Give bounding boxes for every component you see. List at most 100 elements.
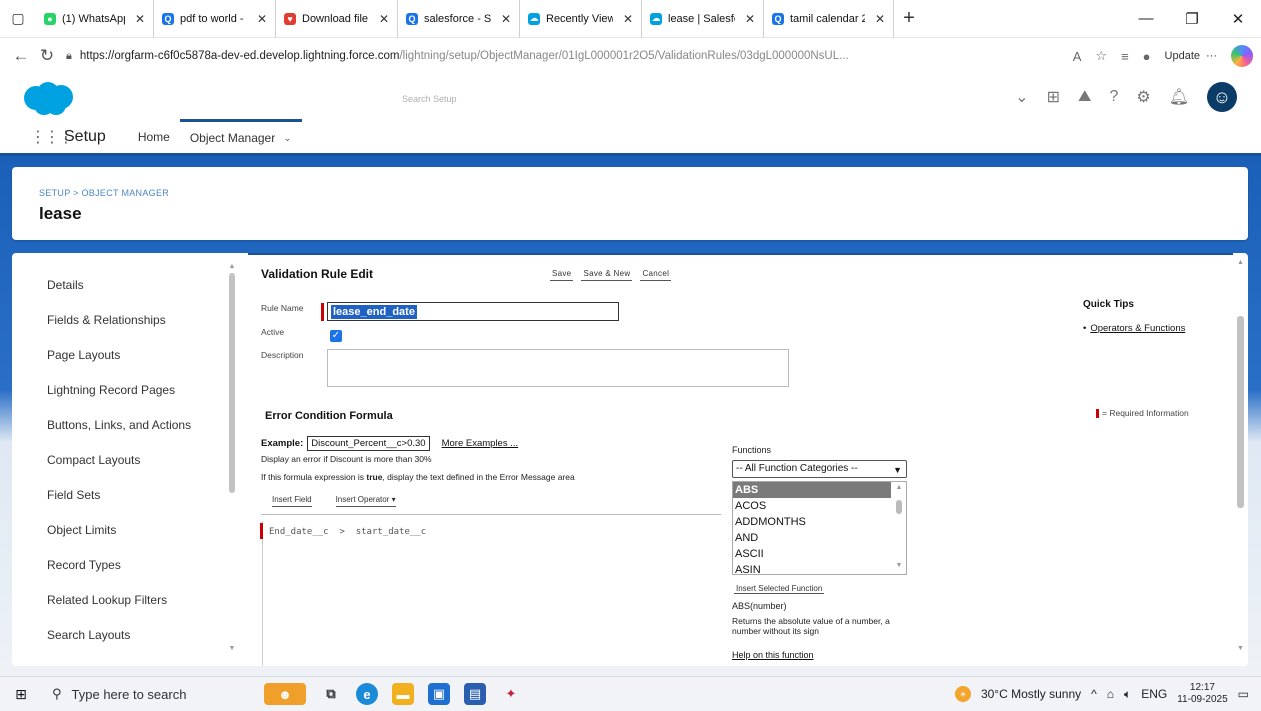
description-field[interactable] — [327, 349, 789, 387]
rule-name-field[interactable]: lease_end_date — [327, 302, 619, 321]
weather-icon[interactable]: ☀ — [954, 686, 971, 702]
sidebar-item[interactable]: Search Layouts — [47, 628, 130, 642]
function-option[interactable]: ADDMONTHS — [733, 514, 906, 530]
store-icon[interactable]: ▣ — [428, 683, 450, 705]
function-option[interactable]: ABS — [733, 482, 891, 498]
sidebar-item[interactable]: Compact Layouts — [47, 453, 140, 467]
trailhead-icon[interactable]: ⛰︎ — [1078, 88, 1091, 106]
update-button[interactable]: Update ··· — [1165, 50, 1217, 62]
sidebar-item[interactable]: Related Lookup Filters — [47, 593, 167, 607]
function-option[interactable]: ASIN — [733, 562, 906, 574]
browser-tab[interactable]: ● (1) WhatsApp ✕ — [36, 0, 154, 38]
close-tab-icon[interactable]: ✕ — [257, 12, 267, 26]
edge-browser-icon[interactable]: e — [356, 683, 378, 705]
save-button[interactable]: Save — [550, 269, 574, 281]
volume-icon[interactable]: 🔈︎ — [1124, 687, 1131, 702]
insert-field-button[interactable]: Insert Field — [272, 495, 312, 507]
scroll-up-icon[interactable]: ▲ — [228, 263, 236, 270]
breadcrumb[interactable]: SETUP > OBJECT MANAGER — [39, 188, 169, 198]
sidebar-item[interactable]: Buttons, Links, and Actions — [47, 418, 191, 432]
active-checkbox[interactable]: ✓ — [330, 330, 342, 342]
scroll-down-icon[interactable]: ▼ — [892, 562, 906, 569]
function-option[interactable]: AND — [733, 530, 906, 546]
read-aloud-icon[interactable]: A — [1073, 49, 1082, 64]
copilot-icon[interactable] — [1231, 45, 1253, 67]
nav-home[interactable]: Home — [128, 119, 180, 155]
browser-tab[interactable]: Qsalesforce - Searc ✕ — [398, 0, 520, 38]
browser-tab[interactable]: ☁ lease | Salesforce ✕ — [642, 0, 764, 38]
browser-tab[interactable]: ♥ Download file | iL ✕ — [276, 0, 398, 38]
chevron-down-icon[interactable]: ⌄ — [283, 133, 291, 144]
taskbar-search[interactable]: ⚲ Type here to search — [42, 677, 236, 711]
file-explorer-icon[interactable]: ▬ — [392, 683, 414, 705]
add-icon[interactable]: ⊞ — [1047, 87, 1060, 107]
restore-icon[interactable]: ❐ — [1169, 10, 1215, 28]
outlook-icon[interactable]: ▤ — [464, 683, 486, 705]
close-tab-icon[interactable]: ✕ — [745, 12, 755, 26]
sidebar-item[interactable]: Page Layouts — [47, 348, 120, 362]
functions-scrollbar[interactable]: ▲ ▼ — [892, 482, 906, 574]
favorites-list-icon[interactable]: ≡ — [1121, 49, 1129, 64]
windows-start-icon[interactable]: ⊞ — [0, 686, 42, 703]
more-examples-link[interactable]: More Examples ... — [442, 438, 519, 449]
sidebar-item[interactable]: Field Sets — [47, 488, 100, 502]
salesforce-logo-icon[interactable] — [20, 80, 76, 116]
cancel-button[interactable]: Cancel — [640, 269, 672, 281]
scroll-up-icon[interactable]: ▲ — [1233, 259, 1248, 266]
help-icon[interactable]: ? — [1109, 88, 1118, 106]
insert-selected-function-button[interactable]: Insert Selected Function — [734, 584, 825, 594]
lang-indicator[interactable]: ENG — [1141, 687, 1167, 701]
formula-editor[interactable]: End_date__c > start_date__c — [260, 521, 722, 666]
gear-icon[interactable]: ⚙︎ — [1136, 87, 1150, 107]
content-scrollbar[interactable]: ▲ ▼ — [1233, 253, 1248, 666]
browser-tab[interactable]: ☁ Recently Viewed | ✕ — [520, 0, 642, 38]
sidebar-scrollbar[interactable]: ▲ ▼ — [228, 263, 236, 653]
scroll-down-icon[interactable]: ▼ — [228, 645, 236, 652]
function-help-link[interactable]: Help on this function — [732, 650, 814, 660]
favorites-dropdown-icon[interactable]: ⌄ — [1015, 87, 1028, 107]
favorite-icon[interactable]: ☆ — [1095, 48, 1107, 64]
close-tab-icon[interactable]: ✕ — [379, 12, 389, 26]
task-view-icon[interactable]: ⧉ — [320, 683, 342, 705]
sidebar-item[interactable]: Object Limits — [47, 523, 116, 537]
app-launcher-icon[interactable]: ⋮⋮⋮ — [30, 127, 74, 147]
close-tab-icon[interactable]: ✕ — [135, 12, 145, 26]
save-new-button[interactable]: Save & New — [581, 269, 633, 281]
scroll-thumb[interactable] — [229, 273, 235, 493]
function-option[interactable]: ASCII — [733, 546, 906, 562]
browser-tab[interactable]: Qpdf to world - Sea ✕ — [154, 0, 276, 38]
bell-icon[interactable]: 🔔︎ — [1169, 87, 1189, 107]
close-tab-icon[interactable]: ✕ — [623, 12, 633, 26]
widgets-icon[interactable]: ☻ — [264, 683, 306, 705]
tray-expand-icon[interactable]: ^ — [1091, 687, 1097, 701]
close-window-icon[interactable]: ✕ — [1215, 10, 1261, 28]
app-icon[interactable]: ✦ — [500, 683, 522, 705]
avatar[interactable]: ☺ — [1207, 82, 1237, 112]
tab-actions-icon[interactable]: ▢ — [0, 0, 36, 38]
close-tab-icon[interactable]: ✕ — [875, 12, 885, 26]
insert-operator-button[interactable]: Insert Operator ▾ — [335, 495, 396, 507]
network-icon[interactable]: ⌂ — [1107, 687, 1114, 701]
scroll-up-icon[interactable]: ▲ — [892, 484, 906, 491]
new-tab-button[interactable]: + — [894, 7, 924, 30]
functions-listbox[interactable]: ABS ACOS ADDMONTHS AND ASCII ASIN ▲ ▼ — [732, 481, 907, 575]
notifications-icon[interactable]: ▭ — [1238, 687, 1249, 701]
sidebar-item[interactable]: Lightning Record Pages — [47, 383, 175, 397]
operators-functions-link[interactable]: • Operators & Functions — [1083, 323, 1185, 334]
minimize-icon[interactable]: — — [1123, 10, 1169, 28]
scroll-thumb[interactable] — [1237, 316, 1244, 508]
clock[interactable]: 12:17 11-09-2025 — [1177, 682, 1227, 706]
close-tab-icon[interactable]: ✕ — [501, 12, 511, 26]
nav-object-manager[interactable]: Object Manager ⌄ — [179, 118, 302, 155]
global-search-input[interactable]: Search Setup — [392, 88, 612, 110]
reload-icon[interactable]: ↻ — [34, 46, 60, 66]
function-category-select[interactable]: -- All Function Categories -- ▼ — [732, 460, 907, 478]
back-icon[interactable]: ← — [8, 46, 34, 66]
sidebar-item[interactable]: Fields & Relationships — [47, 313, 166, 327]
url-field[interactable]: 🔒︎ https://orgfarm-c6f0c5878a-dev-ed.dev… — [60, 50, 1063, 63]
weather-text[interactable]: 30°C Mostly sunny — [981, 687, 1081, 701]
function-option[interactable]: ACOS — [733, 498, 906, 514]
scroll-down-icon[interactable]: ▼ — [1233, 645, 1248, 652]
scroll-thumb[interactable] — [896, 500, 902, 514]
browser-tab[interactable]: Qtamil calendar 20 ✕ — [764, 0, 894, 38]
